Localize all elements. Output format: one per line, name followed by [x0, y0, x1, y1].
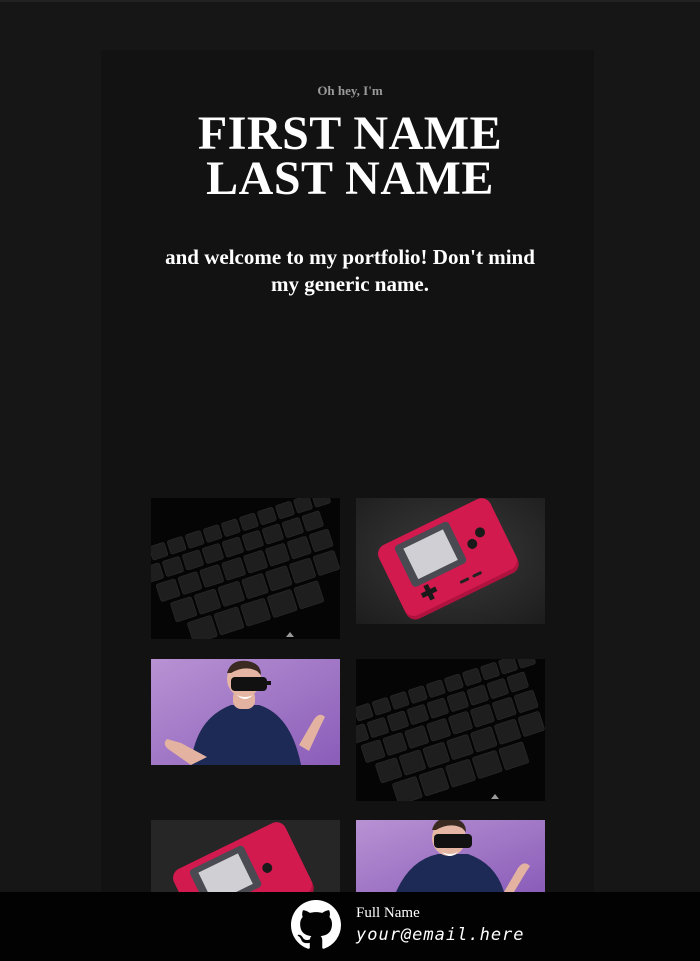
gallery-item-vr-2[interactable]: [356, 820, 545, 892]
gallery-item-vr[interactable]: [151, 659, 340, 765]
welcome-tagline: and welcome to my portfolio! Don't mind …: [165, 245, 535, 296]
footer-full-name: Full Name: [356, 905, 420, 921]
gallery-item-console[interactable]: [356, 498, 545, 624]
vr-person-image: [356, 820, 545, 892]
keyboard-image: [356, 659, 545, 801]
console-image: [356, 498, 545, 624]
first-name-heading: FIRST NAME: [197, 107, 503, 160]
vr-person-image: [151, 659, 340, 765]
portfolio-page: Oh hey, I'm FIRST NAME LAST NAME and wel…: [0, 0, 700, 961]
last-name-heading: LAST NAME: [206, 152, 494, 205]
keyboard-image: [151, 498, 340, 639]
top-border: [0, 0, 700, 2]
gallery-item-keyboard-2[interactable]: [356, 659, 545, 801]
footer-email-link[interactable]: your@email.here: [356, 925, 525, 945]
github-icon[interactable]: [291, 900, 341, 950]
intro-text: Oh hey, I'm: [317, 83, 383, 98]
footer: Full Name your@email.here: [0, 892, 700, 961]
gallery-item-keyboard[interactable]: [151, 498, 340, 639]
console-image: [151, 820, 340, 892]
gallery-item-console-2[interactable]: [151, 820, 340, 892]
